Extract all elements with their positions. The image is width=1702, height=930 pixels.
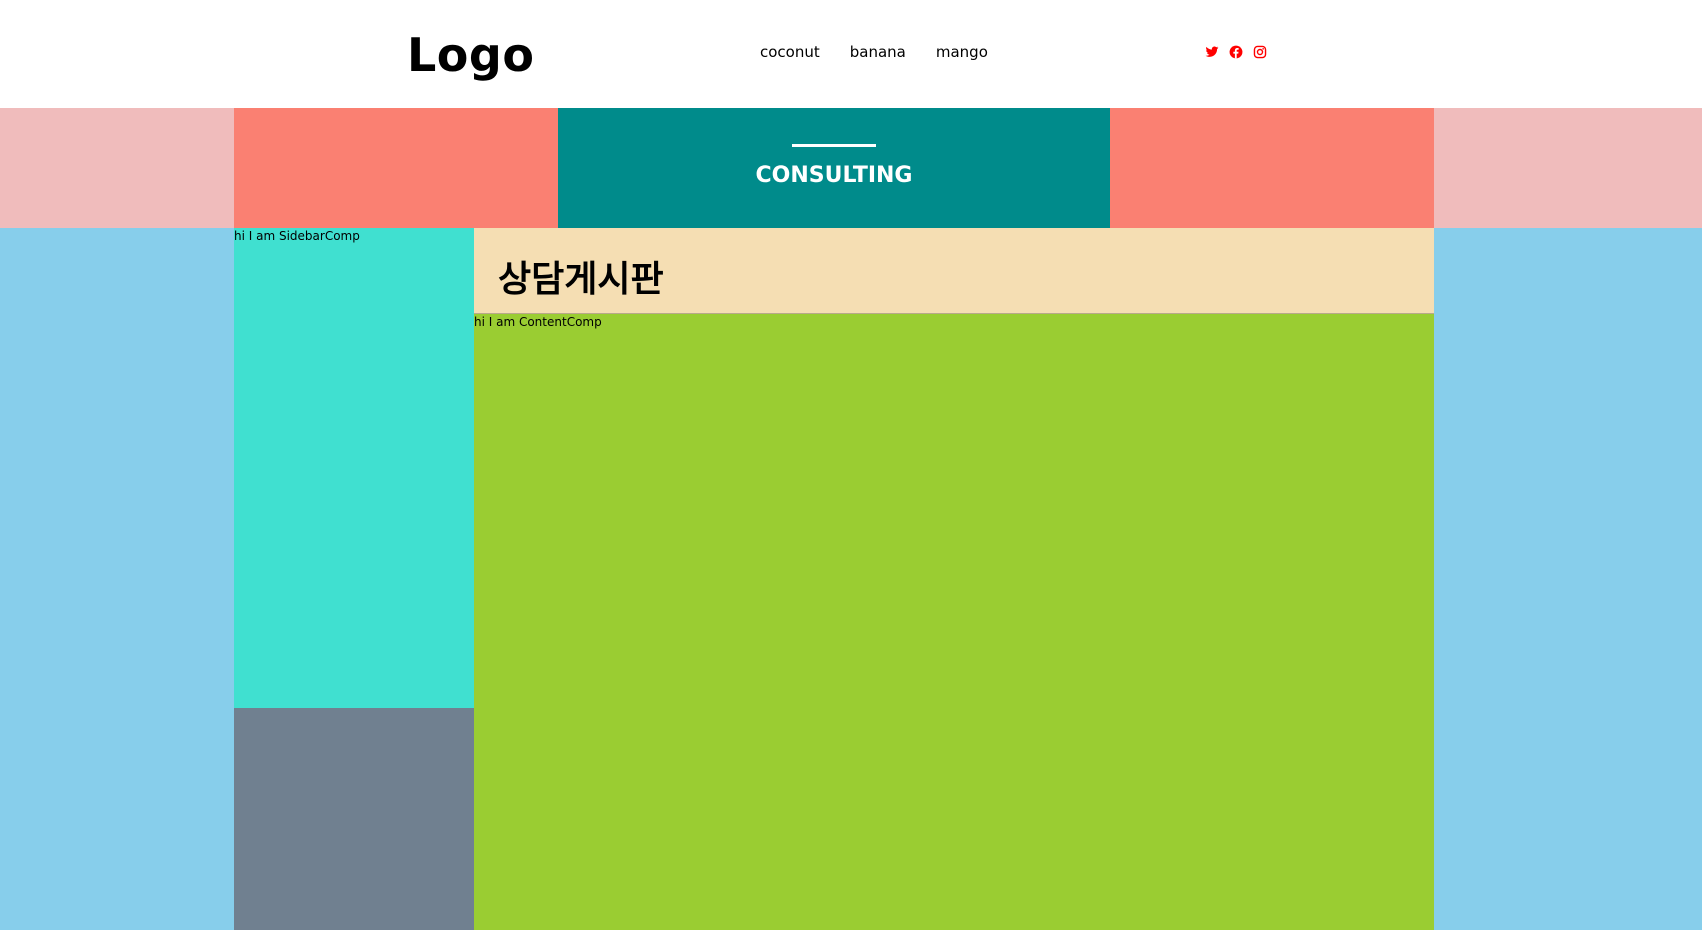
content-header: 상담게시판 [474, 228, 1434, 314]
main-container: hi I am SidebarComp 상담게시판 hi I am Conten… [234, 228, 1434, 930]
sidebar: hi I am SidebarComp [234, 228, 474, 708]
nav-link-banana[interactable]: banana [850, 40, 906, 64]
banner-divider [792, 144, 876, 147]
banner: CONSULTING [0, 108, 1702, 228]
banner-title: CONSULTING [755, 163, 913, 188]
site-header: Logo coconut banana mango [0, 0, 1702, 108]
nav-link-mango[interactable]: mango [936, 40, 988, 64]
sidebar-bottom [234, 708, 474, 930]
main-area: hi I am SidebarComp 상담게시판 hi I am Conten… [0, 228, 1702, 930]
main-nav: coconut banana mango [760, 40, 988, 64]
social-links [1205, 44, 1267, 59]
page-title: 상담게시판 [498, 259, 664, 300]
nav-link-coconut[interactable]: coconut [760, 40, 820, 64]
content: hi I am ContentComp [474, 314, 1434, 930]
sidebar-text: hi I am SidebarComp [234, 229, 360, 243]
banner-center: CONSULTING [558, 108, 1110, 228]
twitter-icon[interactable] [1205, 44, 1219, 58]
content-text: hi I am ContentComp [474, 315, 602, 329]
logo[interactable]: Logo [407, 24, 534, 86]
instagram-icon[interactable] [1253, 44, 1267, 59]
facebook-icon[interactable] [1229, 44, 1243, 59]
banner-inner: CONSULTING [234, 108, 1434, 228]
